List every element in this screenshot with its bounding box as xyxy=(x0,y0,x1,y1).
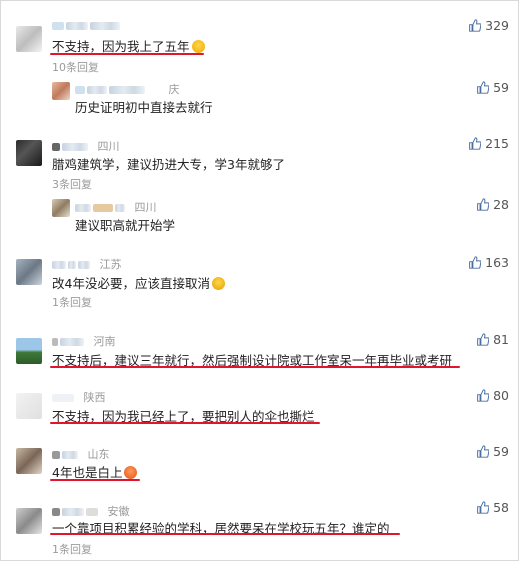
avatar[interactable] xyxy=(16,259,42,285)
angry-emoji-icon xyxy=(124,466,138,479)
location: 庆 xyxy=(168,83,180,96)
replies-link[interactable]: 10条回复 xyxy=(52,59,99,75)
thumb-up-icon xyxy=(469,19,482,32)
like-button[interactable]: 329 xyxy=(468,18,509,33)
like-count: 59 xyxy=(493,80,509,95)
location: 山东 xyxy=(87,448,110,461)
like-button[interactable]: 58 xyxy=(476,500,509,515)
thumb-up-icon xyxy=(477,81,490,94)
highlight-underline xyxy=(50,366,460,368)
reply-text: 建议职高就开始学 xyxy=(75,218,176,233)
location: 四川 xyxy=(97,140,120,153)
avatar[interactable] xyxy=(16,508,42,534)
like-count: 59 xyxy=(493,444,509,459)
thumb-up-icon xyxy=(477,333,490,346)
like-count: 163 xyxy=(485,255,509,270)
comment-text: 改4年没必要，应该直接取消 xyxy=(52,273,225,292)
like-count: 215 xyxy=(485,136,509,151)
reply-meta: 四川 xyxy=(75,199,157,215)
replies-link[interactable]: 1条回复 xyxy=(52,541,92,557)
like-count: 81 xyxy=(493,332,509,347)
like-button[interactable]: 28 xyxy=(476,197,509,212)
highlight-underline xyxy=(50,422,320,424)
like-button[interactable]: 80 xyxy=(476,388,509,403)
thumb-up-icon xyxy=(469,256,482,269)
cry-emoji-icon xyxy=(191,40,205,53)
like-button[interactable]: 215 xyxy=(468,136,509,151)
reply-meta: 庆 xyxy=(75,81,180,97)
reply-text: 历史证明初中直接去就行 xyxy=(75,100,213,115)
comment-meta: 安徽 xyxy=(52,503,130,519)
highlight-underline xyxy=(50,479,140,481)
highlight-underline xyxy=(50,533,400,535)
location: 安徽 xyxy=(107,505,130,518)
avatar[interactable] xyxy=(16,338,42,364)
like-button[interactable]: 163 xyxy=(468,255,509,270)
like-button[interactable]: 59 xyxy=(476,444,509,459)
comment-meta: 山东 xyxy=(52,446,110,462)
comment-meta: 陕西 xyxy=(52,389,106,405)
location: 江苏 xyxy=(99,258,122,271)
highlight-underline xyxy=(50,53,204,55)
avatar[interactable] xyxy=(16,140,42,166)
like-button[interactable]: 59 xyxy=(476,80,509,95)
comment-meta: 四川 xyxy=(52,138,120,154)
thumb-up-icon xyxy=(469,137,482,150)
reply-avatar[interactable] xyxy=(52,82,70,100)
like-count: 58 xyxy=(493,500,509,515)
comment-meta xyxy=(52,19,126,32)
avatar[interactable] xyxy=(16,26,42,52)
thumb-up-icon xyxy=(477,389,490,402)
thumb-up-icon xyxy=(477,501,490,514)
replies-link[interactable]: 1条回复 xyxy=(52,294,92,310)
location: 河南 xyxy=(93,335,116,348)
replies-link[interactable]: 3条回复 xyxy=(52,176,92,192)
location: 四川 xyxy=(134,201,157,214)
thumb-up-icon xyxy=(477,445,490,458)
thinking-emoji-icon xyxy=(211,277,225,290)
comment-meta: 河南 xyxy=(52,333,116,349)
comment-text: 腊鸡建筑学，建议扔进大专，学3年就够了 xyxy=(52,157,285,172)
like-count: 329 xyxy=(485,18,509,33)
avatar[interactable] xyxy=(16,393,42,419)
like-button[interactable]: 81 xyxy=(476,332,509,347)
location: 陕西 xyxy=(83,391,106,404)
thumb-up-icon xyxy=(477,198,490,211)
reply-avatar[interactable] xyxy=(52,199,70,217)
avatar[interactable] xyxy=(16,448,42,474)
like-count: 80 xyxy=(493,388,509,403)
like-count: 28 xyxy=(493,197,509,212)
comment-meta: 江苏 xyxy=(52,256,122,272)
